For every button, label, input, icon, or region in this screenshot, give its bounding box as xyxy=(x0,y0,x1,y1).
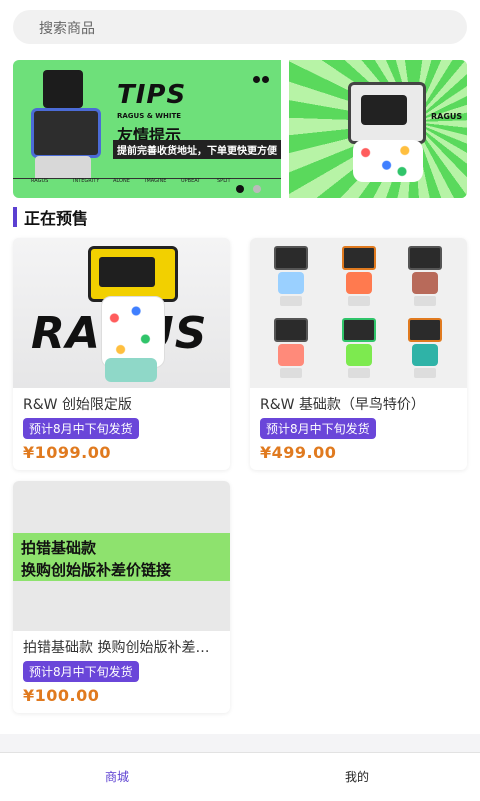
shipping-badge: 预计8月中下旬发货 xyxy=(260,418,376,439)
tab-mine[interactable]: 我的 xyxy=(345,768,369,785)
tab-bar: 商城 我的 xyxy=(0,752,480,801)
search-bar[interactable]: 搜索商品 xyxy=(13,10,467,44)
image-text-line: 换购创始版补差价链接 xyxy=(21,561,172,579)
banner-tag: SPLIT xyxy=(217,178,231,184)
banner-tv-figure xyxy=(348,82,426,144)
search-placeholder: 搜索商品 xyxy=(39,21,95,37)
product-image: 拍错基础款 换购创始版补差价链接 xyxy=(13,481,230,631)
banner-subtitle: RAGUS & WHITE xyxy=(117,112,181,120)
banner-pagination-dots xyxy=(236,178,262,197)
banner-decor-dots xyxy=(253,68,273,83)
product-price: ¥499.00 xyxy=(260,443,337,462)
banner-figure-label: RAGUS xyxy=(431,112,463,121)
figure-thumb xyxy=(342,318,376,378)
figure-thumb xyxy=(408,318,442,378)
product-image: RAGUS xyxy=(13,238,230,388)
tab-shop[interactable]: 商城 xyxy=(105,768,129,785)
figure-thumb xyxy=(408,246,442,306)
figure-thumb xyxy=(274,318,308,378)
product-price: ¥100.00 xyxy=(23,686,100,705)
pagination-dot-active[interactable] xyxy=(236,185,244,193)
product-image xyxy=(250,238,467,388)
image-text-line: 拍错基础款 xyxy=(21,539,97,557)
shipping-badge: 预计8月中下旬发货 xyxy=(23,661,139,682)
product-card[interactable]: 拍错基础款 换购创始版补差价链接 拍错基础款 换购创始版补差价链接 预计8月中下… xyxy=(13,481,230,713)
banner-figure-tv xyxy=(31,108,101,158)
section-header: 正在预售 xyxy=(13,206,88,228)
figure-tv-head xyxy=(88,246,178,302)
bottom-spacer xyxy=(0,734,480,752)
product-name: R&W 创始限定版 xyxy=(23,397,132,413)
section-accent-bar xyxy=(13,207,17,227)
product-price: ¥1099.00 xyxy=(23,443,112,462)
figure-legs xyxy=(105,358,157,382)
section-title: 正在预售 xyxy=(24,209,89,228)
banner-title: TIPS xyxy=(117,80,187,110)
product-card[interactable]: RAGUS R&W 创始限定版 预计8月中下旬发货 ¥1099.00 xyxy=(13,238,230,470)
banner-tag: ALONE xyxy=(113,178,130,184)
product-name: 拍错基础款 换购创始版补差价链接 xyxy=(23,640,219,656)
banner-shirt xyxy=(353,140,423,182)
shipping-badge: 预计8月中下旬发货 xyxy=(23,418,139,439)
banner-figure-head xyxy=(43,70,83,108)
product-name: R&W 基础款（早鸟特价） xyxy=(260,397,425,413)
banner-tag: RAGUS xyxy=(31,178,49,184)
figure-thumb xyxy=(342,246,376,306)
banner-note: 提前完善收货地址，下单更快更方便 xyxy=(113,140,281,159)
banner-tag: INTEGRITY xyxy=(73,178,100,184)
banner-tag: IMAGINE xyxy=(145,178,167,184)
pagination-dot[interactable] xyxy=(253,185,262,193)
figure-thumb xyxy=(274,246,308,306)
banner-tag: UPBEAT xyxy=(181,178,201,184)
product-card[interactable]: R&W 基础款（早鸟特价） 预计8月中下旬发货 ¥499.00 xyxy=(250,238,467,470)
